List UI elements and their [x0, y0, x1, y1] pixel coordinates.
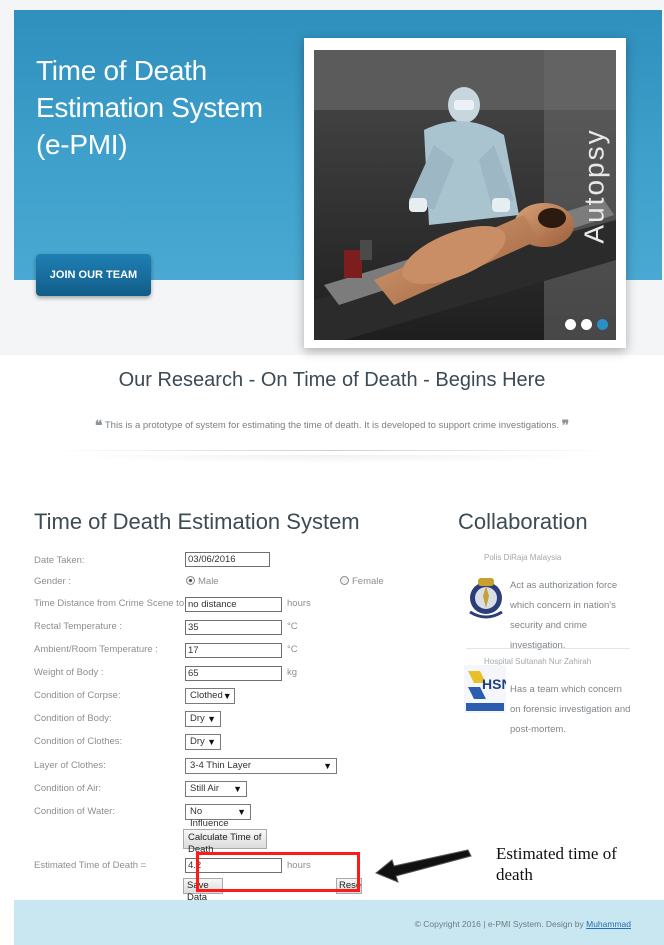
collab-source-pdrm: Polis DiRaja Malaysia — [484, 553, 562, 562]
research-quote-text: This is a prototype of system for estima… — [104, 420, 559, 431]
dropdown-arrow-icon: ▼ — [233, 784, 242, 794]
rectal-temp-label: Rectal Temperature : — [34, 621, 123, 632]
open-quote-icon: ❝ — [94, 417, 103, 433]
slider-dot-2[interactable] — [581, 319, 592, 330]
research-heading: Our Research - On Time of Death - Begins… — [118, 369, 546, 391]
gender-female-label: Female — [352, 576, 384, 587]
slider-dot-3[interactable] — [597, 319, 608, 330]
autopsy-slide-image: Autopsy — [314, 50, 616, 340]
image-slider: Autopsy — [304, 38, 626, 348]
rectal-temp-unit: °C — [287, 621, 298, 632]
autopsy-scene-illustration — [314, 50, 616, 340]
rectal-temp-input[interactable]: 35 — [185, 620, 282, 635]
copyright-label: © Copyright 2016 | e-PMI System. Design … — [414, 919, 584, 929]
weight-label: Weight of Body : — [34, 667, 104, 678]
clothes-condition-value: Dry — [190, 736, 205, 747]
clothes-layer-select[interactable]: 3-4 Thin Layer ▼ — [185, 758, 337, 774]
dropdown-arrow-icon: ▼ — [237, 807, 246, 817]
site-title-line2: Estimation System — [36, 92, 263, 123]
slider-dot-1[interactable] — [565, 319, 576, 330]
air-condition-select[interactable]: Still Air ▼ — [185, 781, 247, 797]
police-crest-logo — [469, 578, 503, 619]
form-heading: Time of Death Estimation System — [34, 509, 360, 534]
clothes-layer-label: Layer of Clothes: — [34, 760, 106, 771]
weight-unit: kg — [287, 667, 298, 678]
body-condition-select[interactable]: Dry ▼ — [185, 711, 221, 727]
corpse-condition-value: Clothed — [190, 690, 223, 701]
dropdown-arrow-icon: ▼ — [222, 691, 232, 701]
corpse-condition-label: Condition of Corpse: — [34, 690, 121, 701]
weight-input[interactable]: 65 — [185, 666, 282, 681]
site-title-line3: (e-PMI) — [36, 129, 128, 160]
collaboration-heading: Collaboration — [458, 509, 588, 534]
water-condition-select[interactable]: No Influence ▼ — [185, 804, 251, 829]
collab-desc-hsnz: Has a team which concern on forensic inv… — [510, 684, 631, 735]
site-title: Time of Death Estimation System (e-PMI) — [36, 52, 276, 163]
ambient-temp-label: Ambient/Room Temperature : — [34, 644, 158, 655]
dropdown-arrow-icon: ▼ — [207, 737, 216, 747]
annotation-highlight-box — [196, 852, 360, 892]
water-condition-value: No Influence — [190, 806, 229, 829]
body-condition-label: Condition of Body: — [34, 713, 112, 724]
join-our-team-button[interactable]: JOIN OUR TEAM — [36, 254, 151, 296]
designer-link[interactable]: Muhammad — [586, 919, 631, 929]
collab-divider — [466, 648, 630, 649]
close-quote-icon: ❞ — [561, 417, 570, 433]
clothes-condition-label: Condition of Clothes: — [34, 736, 123, 747]
hospital-logo: HSNZ — [464, 665, 506, 713]
clothes-layer-value: 3-4 Thin Layer — [190, 760, 252, 771]
clothes-condition-select[interactable]: Dry ▼ — [185, 734, 221, 750]
water-condition-label: Condition of Water: — [34, 806, 115, 817]
distance-input[interactable]: no distance — [185, 597, 282, 612]
slider-dots — [565, 319, 608, 330]
gender-label: Gender : — [34, 576, 71, 587]
gender-male-label: Male — [198, 576, 219, 587]
calculate-button[interactable]: Calculate Time of Death — [183, 829, 267, 855]
annotation-arrow-icon — [375, 849, 472, 883]
dropdown-arrow-icon: ▼ — [323, 761, 332, 771]
air-condition-label: Condition of Air: — [34, 783, 102, 794]
research-quote: ❝ This is a prototype of system for esti… — [0, 417, 664, 434]
date-label: Date Taken: — [34, 555, 85, 566]
date-input[interactable]: 03/06/2016 — [185, 552, 270, 567]
body-condition-value: Dry — [190, 713, 205, 724]
gender-male-radio[interactable] — [186, 576, 195, 585]
copyright-text: © Copyright 2016 | e-PMI System. Design … — [415, 919, 631, 929]
dropdown-arrow-icon: ▼ — [207, 714, 216, 724]
section-divider — [50, 450, 614, 451]
slide-caption: Autopsy — [578, 128, 610, 244]
gender-female-radio[interactable] — [340, 576, 349, 585]
distance-unit: hours — [287, 598, 311, 609]
estimated-time-label: Estimated Time of Death = — [34, 860, 147, 871]
corpse-condition-select[interactable]: Clothed ▼ — [185, 688, 235, 704]
ambient-temp-input[interactable]: 17 — [185, 643, 282, 658]
ambient-temp-unit: °C — [287, 644, 298, 655]
site-title-line1: Time of Death — [36, 55, 207, 86]
hsnz-logo-text: HSNZ — [482, 676, 506, 692]
hero-section: Time of Death Estimation System (e-PMI) … — [0, 0, 664, 355]
divider-shadow — [60, 455, 604, 463]
annotation-label: Estimated time of death — [496, 844, 617, 884]
collab-desc-pdrm: Act as authorization force which concern… — [510, 580, 618, 651]
air-condition-value: Still Air — [190, 783, 220, 794]
